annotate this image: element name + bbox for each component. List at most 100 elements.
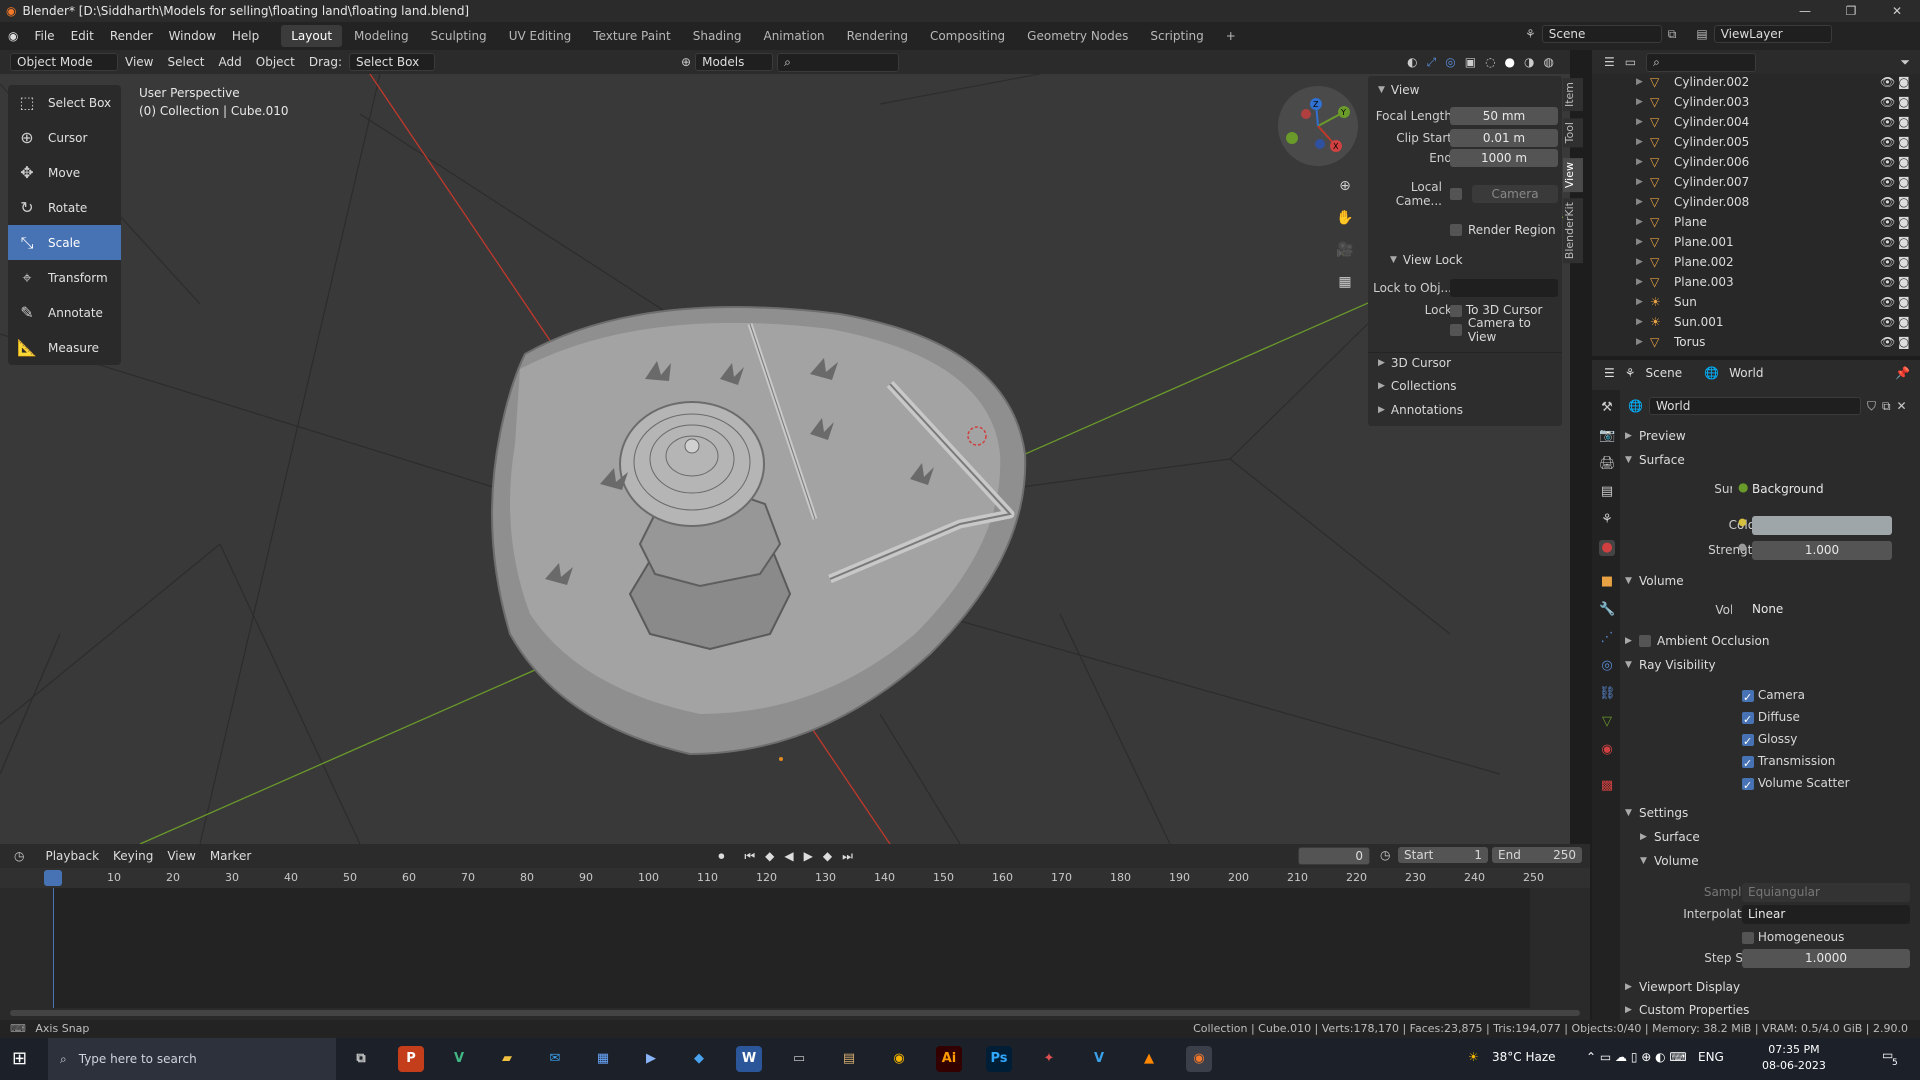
tab-animation[interactable]: Animation: [753, 25, 834, 47]
jump-end-icon[interactable]: ⏭: [842, 849, 853, 864]
tab-texture-paint[interactable]: Texture Paint: [583, 25, 680, 47]
restore-button[interactable]: ❐: [1828, 0, 1874, 22]
windows-start-icon[interactable]: ⊞: [12, 1048, 27, 1069]
focal-length-field[interactable]: 50 mm: [1450, 107, 1558, 125]
outliner-row[interactable]: ▶ ▽ Cylinder.007 👁 ◙: [1592, 172, 1920, 192]
custom-properties-panel[interactable]: ▶ Custom Properties: [1625, 1000, 1915, 1020]
constraints-tab-icon[interactable]: ⛓: [1599, 686, 1616, 702]
menu-marker[interactable]: Marker: [203, 847, 258, 865]
outliner-row[interactable]: ▶ ▽ Plane.001 👁 ◙: [1592, 232, 1920, 252]
tab-blenderkit[interactable]: BlenderKit: [1563, 198, 1583, 264]
viewlayer-field[interactable]: ViewLayer: [1713, 25, 1832, 43]
clip-end-field[interactable]: 1000 m: [1450, 149, 1558, 167]
tab-sculpting[interactable]: Sculpting: [421, 25, 497, 47]
outliner-row[interactable]: ▶ ▽ Plane 👁 ◙: [1592, 212, 1920, 232]
unlink-icon[interactable]: ✕: [1897, 399, 1907, 413]
pin-icon[interactable]: 📌: [1895, 366, 1910, 380]
homogeneous-row[interactable]: Homogeneous: [1742, 930, 1844, 944]
render-tab-icon[interactable]: 📷: [1599, 428, 1615, 444]
menu-select[interactable]: Select: [160, 53, 211, 71]
mail-icon[interactable]: ✉: [542, 1046, 568, 1072]
object-tab-icon[interactable]: ■: [1599, 574, 1615, 590]
lock-object-field[interactable]: [1450, 279, 1558, 297]
ray-camera-row[interactable]: Camera: [1742, 684, 1850, 709]
outliner-row[interactable]: ▶ ▽ Cylinder.004 👁 ◙: [1592, 112, 1920, 132]
outliner-row[interactable]: ▶ ☀ Sun.001 👁 ◙: [1592, 312, 1920, 332]
app-icon[interactable]: ◆: [686, 1046, 712, 1072]
menu-keying[interactable]: Keying: [106, 847, 160, 865]
tool-cursor[interactable]: ⊕ Cursor: [8, 120, 121, 155]
homogeneous-checkbox[interactable]: [1742, 931, 1754, 944]
orientation-icon[interactable]: ⊕: [681, 55, 691, 69]
ray-transmission-row[interactable]: Transmission: [1742, 750, 1850, 775]
physics-tab-icon[interactable]: ◎: [1599, 658, 1615, 674]
vue-icon[interactable]: V: [446, 1046, 472, 1072]
camera-view-icon[interactable]: 🎥: [1334, 234, 1356, 266]
ortho-grid-icon[interactable]: ▦: [1334, 266, 1356, 298]
outliner-row[interactable]: ▶ ☀ Sun 👁 ◙: [1592, 292, 1920, 312]
tool-transform[interactable]: ⌖ Transform: [8, 260, 121, 295]
volume-shader-field[interactable]: None: [1732, 600, 1892, 619]
play-reverse-icon[interactable]: ◀: [784, 849, 793, 864]
local-camera-checkbox[interactable]: [1450, 188, 1462, 200]
outliner-row[interactable]: ▶ ▽ Plane.002 👁 ◙: [1592, 252, 1920, 272]
material-shading-icon[interactable]: ◑: [1524, 55, 1534, 70]
view-layer-tab-icon[interactable]: ▤: [1599, 484, 1615, 500]
gizmo-icon[interactable]: ⤢: [1427, 55, 1437, 70]
to-3d-cursor-checkbox[interactable]: [1450, 304, 1462, 317]
weather-text[interactable]: 38°C Haze: [1492, 1050, 1556, 1064]
file-explorer-icon[interactable]: ▰: [494, 1046, 520, 1072]
navigation-gizmo[interactable]: Y Z X: [1278, 86, 1358, 166]
pan-hand-icon[interactable]: ✋: [1334, 202, 1356, 234]
language-indicator[interactable]: ENG: [1698, 1050, 1724, 1064]
clip-start-field[interactable]: 0.01 m: [1450, 129, 1558, 147]
menu-view[interactable]: View: [118, 53, 160, 71]
ray-diffuse-row[interactable]: Diffuse: [1742, 706, 1850, 731]
tab-modeling[interactable]: Modeling: [344, 25, 419, 47]
scene-tab-icon[interactable]: ⚘: [1599, 512, 1615, 528]
camera-field[interactable]: Camera: [1472, 185, 1558, 203]
tab-uv-editing[interactable]: UV Editing: [499, 25, 582, 47]
ray-diffuse-checkbox[interactable]: [1742, 709, 1754, 731]
collection-select[interactable]: Models: [695, 53, 774, 71]
strength-field[interactable]: 1.000: [1752, 541, 1892, 560]
duplicate-icon[interactable]: ⧉: [1882, 399, 1891, 414]
menu-render[interactable]: Render: [102, 29, 161, 43]
menu-add[interactable]: Add: [212, 53, 249, 71]
chrome-icon[interactable]: ◉: [886, 1046, 912, 1072]
display-mode-icon[interactable]: ▭: [1625, 55, 1636, 69]
outliner-row[interactable]: ▶ ▽ Cylinder.008 👁 ◙: [1592, 192, 1920, 212]
task-view-icon[interactable]: ⧉: [348, 1046, 374, 1072]
current-frame-field[interactable]: 0: [1298, 847, 1370, 865]
settings-volume-subpanel[interactable]: ▼ Volume: [1640, 850, 1920, 872]
outliner-row[interactable]: ▶ ▽ Plane.003 👁 ◙: [1592, 272, 1920, 292]
scene-field[interactable]: Scene: [1541, 25, 1662, 43]
tab-view[interactable]: View: [1563, 158, 1583, 193]
rendered-shading-icon[interactable]: ◍: [1544, 55, 1554, 70]
vscode-icon[interactable]: V: [1086, 1046, 1112, 1072]
clock-icon[interactable]: ◷: [1380, 848, 1390, 862]
3d-cursor-section[interactable]: ▶ 3D Cursor: [1368, 352, 1562, 372]
tray-icons[interactable]: ⌃ ▭ ☁ ▯ ⊕ ◐ ⌨: [1586, 1050, 1687, 1064]
ray-transmission-checkbox[interactable]: [1742, 753, 1754, 775]
ray-volume-scatter-row[interactable]: Volume Scatter: [1742, 772, 1850, 797]
sampling-select[interactable]: Equiangular: [1742, 883, 1910, 902]
surface-shader-field[interactable]: Background: [1732, 480, 1892, 499]
tab-shading[interactable]: Shading: [683, 25, 752, 47]
material-tab-icon[interactable]: ◉: [1599, 742, 1615, 758]
overlay-icon[interactable]: ◎: [1445, 55, 1455, 70]
camera-to-view-checkbox[interactable]: [1450, 324, 1462, 336]
ray-visibility-panel[interactable]: ▼ Ray Visibility: [1625, 654, 1915, 676]
outliner-row[interactable]: ▶ ▽ Torus 👁 ◙: [1592, 332, 1920, 352]
visibility-icon[interactable]: ◐: [1407, 55, 1417, 70]
ray-glossy-checkbox[interactable]: [1742, 731, 1754, 753]
jump-start-icon[interactable]: ⏮: [744, 849, 755, 864]
collections-section[interactable]: ▶ Collections: [1368, 376, 1562, 396]
particles-tab-icon[interactable]: ⋰: [1599, 630, 1615, 646]
taskbar-search-box[interactable]: ⌕ Type here to search: [48, 1038, 336, 1080]
tool-scale[interactable]: ⤡ Scale: [8, 225, 121, 260]
play-icon[interactable]: ▶: [804, 849, 813, 864]
tool-tab-icon[interactable]: ⚒: [1599, 400, 1615, 416]
fake-user-icon[interactable]: ⛉: [1867, 399, 1876, 414]
volume-panel[interactable]: ▼ Volume: [1625, 570, 1915, 592]
